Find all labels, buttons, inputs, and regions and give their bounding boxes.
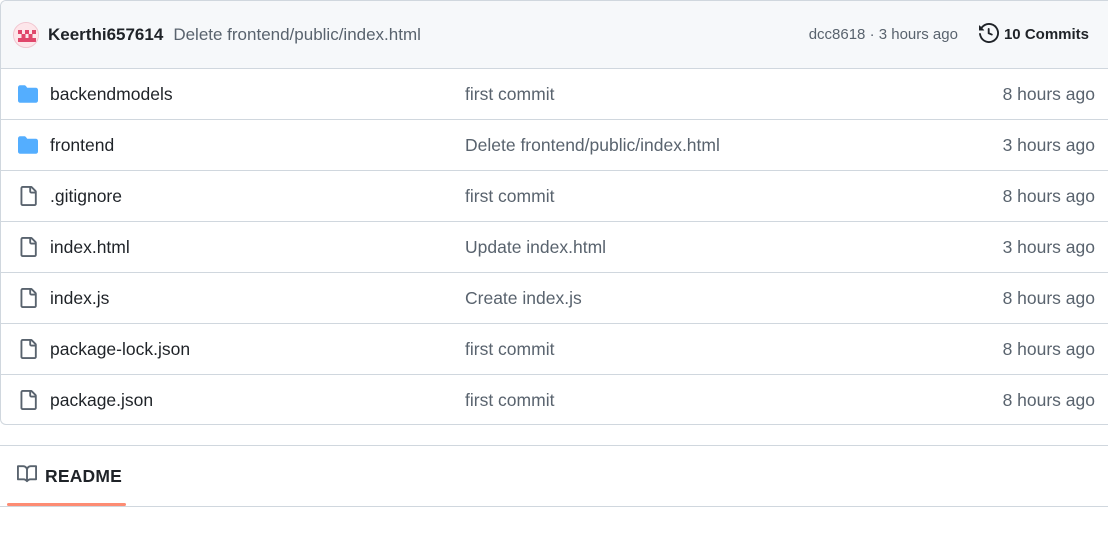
file-name[interactable]: frontend xyxy=(50,135,114,156)
folder-icon xyxy=(18,84,38,104)
file-icon xyxy=(18,339,38,359)
file-icon xyxy=(18,237,38,257)
file-commit-message[interactable]: Update index.html xyxy=(465,237,606,258)
tab-readme[interactable]: README xyxy=(7,446,126,507)
author-avatar[interactable] xyxy=(13,21,39,48)
file-commit-age: 3 hours ago xyxy=(1002,134,1095,155)
commits-count-label: 10 Commits xyxy=(1003,26,1089,43)
file-name[interactable]: package.json xyxy=(50,390,153,411)
file-browser: Keerthi657614 Delete frontend/public/ind… xyxy=(0,0,1108,425)
active-tab-underline xyxy=(7,503,126,506)
book-icon xyxy=(17,464,38,489)
file-row[interactable]: frontend Delete frontend/public/index.ht… xyxy=(1,120,1108,171)
file-icon xyxy=(18,186,38,206)
file-row[interactable]: index.html Update index.html 3 hours ago xyxy=(1,222,1108,273)
file-name[interactable]: index.html xyxy=(50,237,130,258)
file-commit-age: 3 hours ago xyxy=(1002,236,1095,257)
file-row[interactable]: index.js Create index.js 8 hours ago xyxy=(1,273,1108,324)
commits-history-link[interactable]: 10 Commits xyxy=(978,22,1089,47)
commit-hash-and-time[interactable]: dcc8618 · 3 hours ago xyxy=(809,26,958,43)
file-row[interactable]: backendmodels first commit 8 hours ago xyxy=(1,69,1108,120)
file-commit-message[interactable]: Delete frontend/public/index.html xyxy=(465,135,720,156)
file-commit-age: 8 hours ago xyxy=(1002,390,1095,410)
commit-message[interactable]: Delete frontend/public/index.html xyxy=(173,25,421,45)
file-commit-message[interactable]: first commit xyxy=(465,186,554,207)
file-row[interactable]: package-lock.json first commit 8 hours a… xyxy=(1,324,1108,375)
file-name[interactable]: index.js xyxy=(50,288,109,309)
file-commit-age: 8 hours ago xyxy=(1002,83,1095,104)
file-commit-age: 8 hours ago xyxy=(1002,287,1095,308)
file-row[interactable]: .gitignore first commit 8 hours ago xyxy=(1,171,1108,222)
file-commit-message[interactable]: Create index.js xyxy=(465,288,582,309)
readme-tab-label: README xyxy=(45,466,123,486)
file-commit-age: 8 hours ago xyxy=(1002,185,1095,206)
commit-author[interactable]: Keerthi657614 xyxy=(48,25,163,45)
file-row[interactable]: package.json first commit 8 hours ago xyxy=(1,375,1108,424)
history-icon xyxy=(978,22,1004,47)
readme-header: README xyxy=(0,445,1108,507)
file-commit-message[interactable]: first commit xyxy=(465,84,554,105)
file-list: backendmodels first commit 8 hours ago f… xyxy=(1,69,1108,424)
file-name[interactable]: backendmodels xyxy=(50,84,173,105)
file-name[interactable]: .gitignore xyxy=(50,186,122,207)
file-name[interactable]: package-lock.json xyxy=(50,339,190,360)
file-icon xyxy=(18,288,38,308)
latest-commit-header: Keerthi657614 Delete frontend/public/ind… xyxy=(1,1,1108,69)
file-commit-message[interactable]: first commit xyxy=(465,390,554,411)
file-commit-message[interactable]: first commit xyxy=(465,339,554,360)
folder-icon xyxy=(18,135,38,155)
file-commit-age: 8 hours ago xyxy=(1002,338,1095,359)
file-icon xyxy=(18,390,38,410)
